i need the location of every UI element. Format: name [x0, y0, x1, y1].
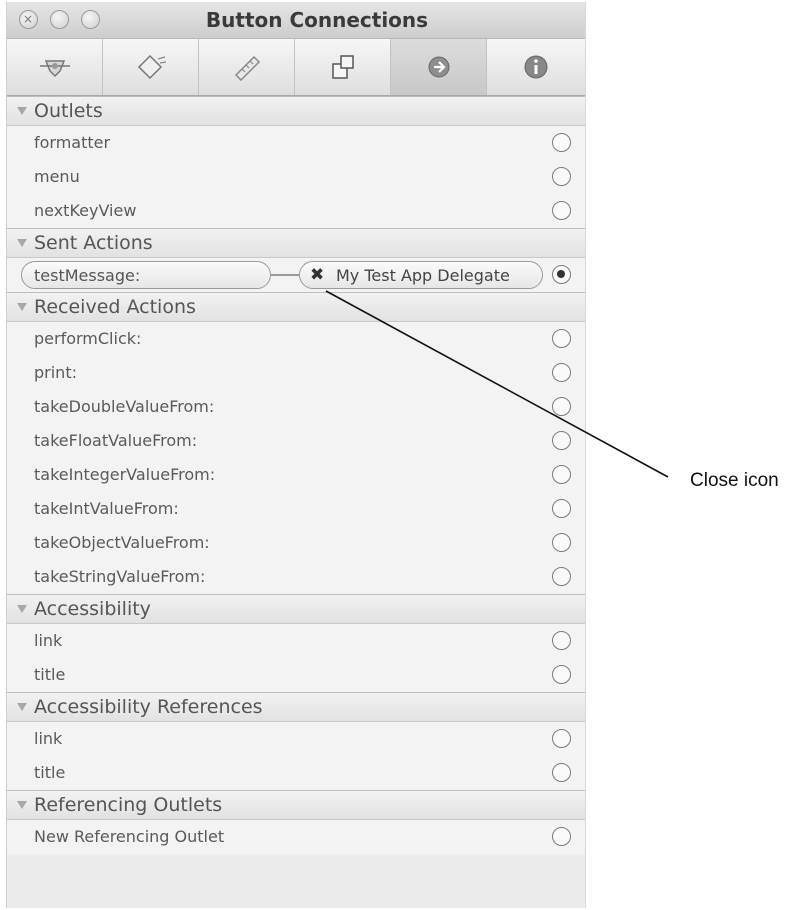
- received-action-label: print:: [34, 363, 77, 382]
- received-action-row: takeIntegerValueFrom:: [7, 458, 585, 492]
- connections-icon: [428, 56, 449, 78]
- connection-circle-icon[interactable]: [552, 499, 571, 518]
- effects-icon: [137, 54, 166, 80]
- attributes-icon: [39, 60, 70, 78]
- received-action-row: takeObjectValueFrom:: [7, 526, 585, 560]
- connections-inspector-panel: × Button Connections Outlets formatter m…: [6, 2, 586, 908]
- disclosure-triangle-icon[interactable]: [17, 703, 27, 711]
- disclosure-triangle-icon[interactable]: [17, 239, 27, 247]
- received-action-label: takeIntegerValueFrom:: [34, 465, 216, 484]
- connection-circle-icon[interactable]: [552, 363, 571, 382]
- section-accessibility-references[interactable]: Accessibility References: [7, 692, 585, 722]
- outlet-row: formatter: [7, 126, 585, 160]
- info-icon: [524, 55, 548, 79]
- received-action-row: takeIntValueFrom:: [7, 492, 585, 526]
- connections-list: Outlets formatter menu nextKeyView Sent …: [7, 96, 585, 854]
- outlet-row: menu: [7, 160, 585, 194]
- outlet-row: nextKeyView: [7, 194, 585, 228]
- tab-bindings[interactable]: [295, 39, 391, 95]
- accessibility-reference-label: link: [34, 729, 63, 748]
- outlet-label: nextKeyView: [34, 201, 137, 220]
- disclosure-triangle-icon[interactable]: [17, 605, 27, 613]
- connection-circle-icon[interactable]: [552, 167, 571, 186]
- received-action-label: takeDoubleValueFrom:: [34, 397, 215, 416]
- connection-circle-icon[interactable]: [552, 201, 571, 220]
- section-accessibility[interactable]: Accessibility: [7, 594, 585, 624]
- connection-circle-icon[interactable]: [552, 431, 571, 450]
- target-label: My Test App Delegate: [336, 266, 510, 285]
- connection-circle-icon[interactable]: [552, 763, 571, 782]
- action-label: testMessage:: [34, 266, 141, 285]
- outlet-label: formatter: [34, 133, 111, 152]
- received-action-label: takeObjectValueFrom:: [34, 533, 210, 552]
- window-title: Button Connections: [205, 8, 429, 32]
- callout-label: Close icon: [690, 470, 779, 491]
- section-received-actions[interactable]: Received Actions: [7, 292, 585, 322]
- target-pill[interactable]: ✖ My Test App Delegate: [299, 261, 543, 289]
- received-action-label: takeStringValueFrom:: [34, 567, 206, 586]
- section-title: Received Actions: [34, 296, 196, 318]
- disclosure-triangle-icon[interactable]: [17, 801, 27, 809]
- action-pill[interactable]: testMessage:: [21, 261, 271, 289]
- connection-circle-icon[interactable]: [552, 533, 571, 552]
- connection-circle-icon[interactable]: [552, 827, 571, 846]
- connection-circle-icon[interactable]: [552, 729, 571, 748]
- accessibility-reference-row: link: [7, 722, 585, 756]
- connection-circle-icon[interactable]: [552, 665, 571, 684]
- tab-connections[interactable]: [391, 39, 487, 95]
- section-outlets[interactable]: Outlets: [7, 96, 585, 126]
- referencing-outlet-row: New Referencing Outlet: [7, 820, 585, 854]
- section-referencing-outlets[interactable]: Referencing Outlets: [7, 790, 585, 820]
- tab-info[interactable]: [487, 39, 585, 95]
- connection-circle-icon[interactable]: [552, 397, 571, 416]
- bindings-icon: [331, 55, 354, 79]
- accessibility-label: title: [34, 665, 66, 684]
- section-sent-actions[interactable]: Sent Actions: [7, 228, 585, 258]
- received-action-row: takeStringValueFrom:: [7, 560, 585, 594]
- tab-effects[interactable]: [103, 39, 199, 95]
- size-ruler-icon: [234, 55, 260, 81]
- connected-circle-icon[interactable]: [552, 265, 571, 284]
- close-icon[interactable]: ✖: [310, 265, 324, 285]
- received-action-label: takeFloatValueFrom:: [34, 431, 198, 450]
- accessibility-reference-label: title: [34, 763, 66, 782]
- connection-circle-icon[interactable]: [552, 465, 571, 484]
- connection-circle-icon[interactable]: [552, 329, 571, 348]
- accessibility-label: link: [34, 631, 63, 650]
- section-title: Outlets: [34, 100, 103, 122]
- close-window-icon: ×: [23, 12, 34, 26]
- zoom-window-button[interactable]: [81, 10, 100, 29]
- received-action-row: print:: [7, 356, 585, 390]
- tab-attributes[interactable]: [7, 39, 103, 95]
- inspector-toolbar: [7, 39, 585, 96]
- connection-circle-icon[interactable]: [552, 631, 571, 650]
- minimize-window-button[interactable]: [50, 10, 69, 29]
- section-title: Accessibility References: [34, 696, 263, 718]
- disclosure-triangle-icon[interactable]: [17, 303, 27, 311]
- accessibility-row: title: [7, 658, 585, 692]
- section-title: Accessibility: [34, 598, 151, 620]
- accessibility-reference-row: title: [7, 756, 585, 790]
- section-title: Referencing Outlets: [34, 794, 223, 816]
- disclosure-triangle-icon[interactable]: [17, 107, 27, 115]
- connection-circle-icon[interactable]: [552, 567, 571, 586]
- accessibility-row: link: [7, 624, 585, 658]
- received-action-label: takeIntValueFrom:: [34, 499, 179, 518]
- sent-action-row: testMessage: ✖ My Test App Delegate: [7, 258, 585, 292]
- title-bar: × Button Connections: [7, 2, 585, 39]
- referencing-outlet-label: New Referencing Outlet: [34, 827, 225, 846]
- section-title: Sent Actions: [34, 232, 153, 254]
- tab-size[interactable]: [199, 39, 295, 95]
- outlet-label: menu: [34, 167, 80, 186]
- received-action-row: takeFloatValueFrom:: [7, 424, 585, 458]
- connection-circle-icon[interactable]: [552, 133, 571, 152]
- received-action-label: performClick:: [34, 329, 142, 348]
- received-action-row: performClick:: [7, 322, 585, 356]
- connection-line: [271, 274, 299, 276]
- received-action-row: takeDoubleValueFrom:: [7, 390, 585, 424]
- close-window-button[interactable]: ×: [19, 10, 38, 29]
